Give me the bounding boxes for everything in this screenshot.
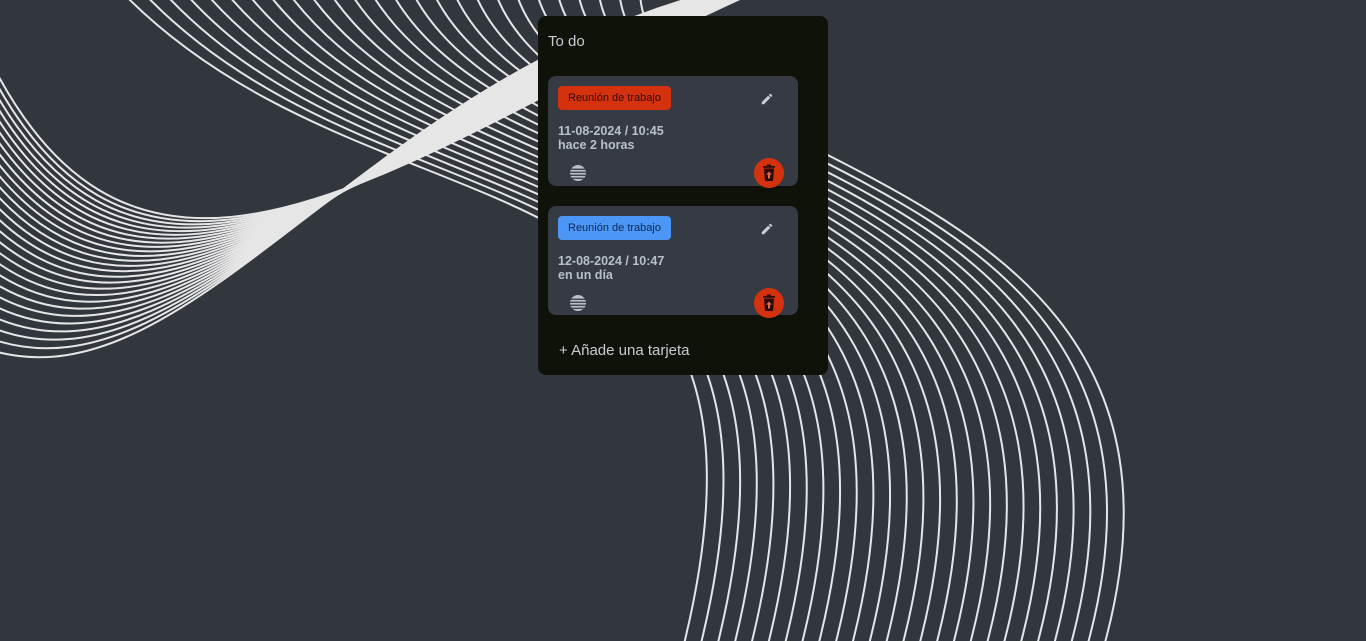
edit-pencil-icon: [761, 93, 773, 105]
todo-list: To do Reunión de trabajo 11-08-2024 / 10…: [538, 16, 828, 375]
card-relative-time: hace 2 horas: [558, 138, 635, 152]
card-date: 12-08-2024 / 10:47: [558, 254, 665, 268]
delete-card-button[interactable]: [754, 288, 784, 318]
trash-icon: [763, 294, 775, 311]
edit-card-button[interactable]: [756, 218, 778, 240]
edit-pencil-icon: [761, 223, 773, 235]
delete-card-button[interactable]: [754, 158, 784, 188]
description-icon: [570, 165, 586, 181]
card-date: 11-08-2024 / 10:45: [558, 124, 664, 138]
edit-card-button[interactable]: [756, 88, 778, 110]
description-icon: [570, 295, 586, 311]
task-card[interactable]: Reunión de trabajo 11-08-2024 / 10:45 ha…: [548, 76, 798, 188]
card-label[interactable]: Reunión de trabajo: [558, 216, 671, 240]
list-title: To do: [548, 33, 585, 50]
trash-icon: [763, 164, 775, 181]
add-card-button[interactable]: + Añade una tarjeta: [559, 342, 690, 359]
card-relative-time: en un día: [558, 268, 613, 282]
task-card[interactable]: Reunión de trabajo 12-08-2024 / 10:47 en…: [548, 206, 798, 318]
card-label[interactable]: Reunión de trabajo: [558, 86, 671, 110]
